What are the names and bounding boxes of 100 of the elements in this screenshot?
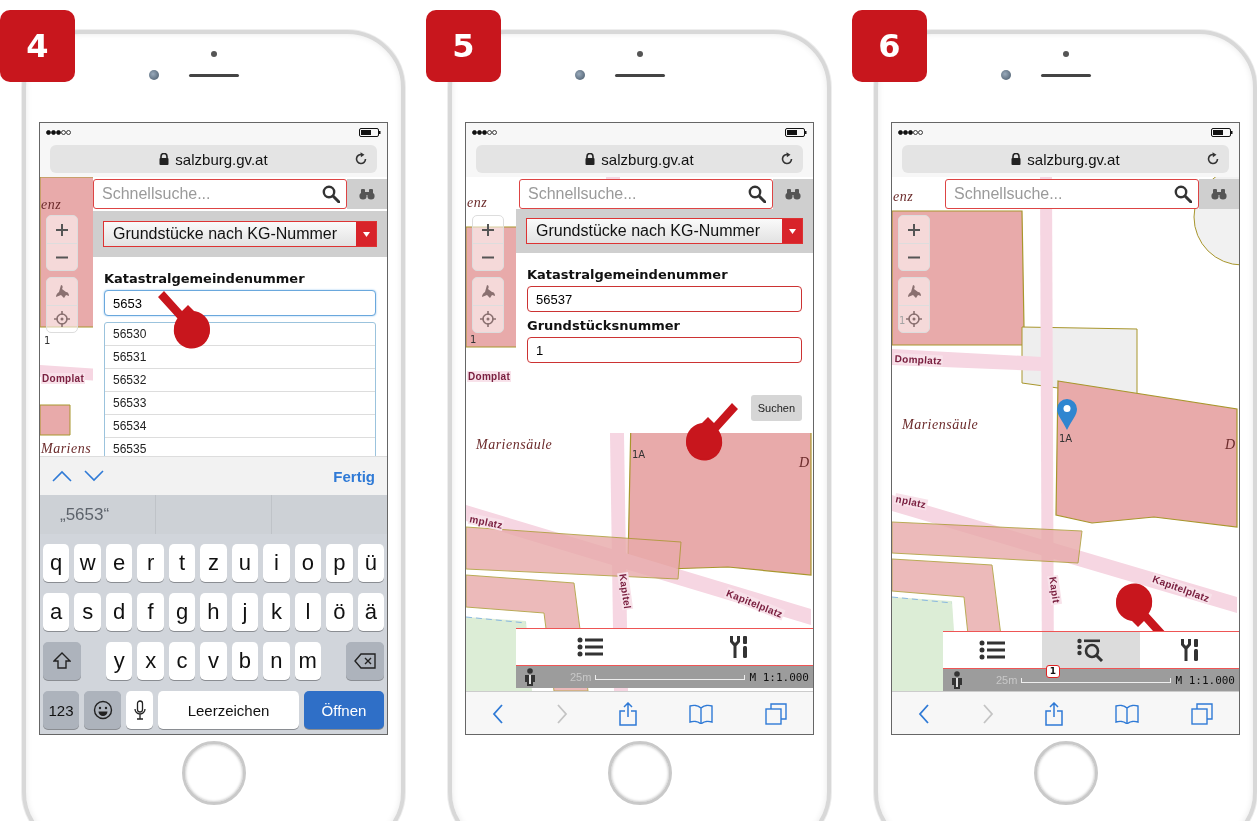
suggestion-item[interactable]: 56534 (105, 415, 375, 438)
map-label: Domplat (41, 373, 86, 384)
search-field[interactable]: Schnellsuche... (519, 179, 773, 209)
chevron-right-icon (555, 703, 568, 724)
search-icon[interactable] (322, 185, 340, 203)
keyboard-key[interactable]: f (137, 593, 164, 631)
keyboard-key[interactable]: k (263, 593, 290, 631)
reload-icon[interactable] (1206, 152, 1220, 166)
text-field[interactable]: 5653 (104, 290, 376, 316)
keyboard-key[interactable]: h (200, 593, 227, 631)
plus-icon (482, 223, 494, 236)
address-bar[interactable]: salzburg.gv.at (902, 145, 1229, 173)
person-icon[interactable] (524, 668, 536, 686)
keyboard-key[interactable]: s (74, 593, 101, 631)
keyboard-key[interactable]: ü (357, 544, 384, 582)
figure-icon (906, 284, 922, 299)
keyboard-key[interactable]: x (137, 642, 164, 680)
signal-icon (898, 129, 924, 135)
shift-key[interactable] (43, 642, 81, 680)
keyboard-key[interactable]: d (105, 593, 133, 631)
address-bar[interactable]: salzburg.gv.at (476, 145, 803, 173)
speaker-slot (188, 73, 239, 77)
back-button[interactable] (917, 703, 930, 724)
backspace-icon (354, 653, 376, 669)
keyboard-key[interactable]: r (137, 544, 164, 582)
keyboard-key[interactable]: e (105, 544, 133, 582)
keyboard-key[interactable]: t (168, 544, 196, 582)
map-pin-icon[interactable] (1056, 398, 1078, 431)
keyboard-key[interactable]: n (263, 642, 290, 680)
lock-icon (159, 153, 170, 165)
keyboard-key[interactable]: g (168, 593, 196, 631)
url-text: salzburg.gv.at (601, 150, 694, 168)
suggestion-item[interactable]: 56532 (105, 369, 375, 392)
suggestion-item[interactable]: 56533 (105, 392, 375, 415)
keyboard-key[interactable]: y (106, 642, 133, 680)
keyboard-key[interactable]: p (326, 544, 353, 582)
step-number: 4 (0, 10, 75, 82)
toolbar-tab[interactable] (1041, 632, 1141, 668)
keyboard-key[interactable]: z (200, 544, 227, 582)
text-field[interactable]: 1 (527, 337, 802, 363)
backspace-key[interactable] (346, 642, 384, 680)
person-icon[interactable] (951, 671, 963, 689)
reload-icon[interactable] (780, 152, 794, 166)
keyboard-key[interactable]: u (231, 544, 259, 582)
next-field-button[interactable] (84, 470, 104, 482)
bookmarks-button[interactable] (1115, 703, 1140, 724)
reload-icon[interactable] (354, 152, 368, 166)
tabs-icon (765, 702, 788, 725)
chevron-left-icon (491, 703, 504, 724)
map-label: 1 (899, 315, 906, 326)
keyboard-key[interactable]: ä (357, 593, 384, 631)
text-field[interactable]: 56537 (527, 286, 802, 312)
camera-lens (574, 70, 585, 80)
keyboard-key[interactable]: ö (326, 593, 353, 631)
keyboard-key[interactable]: j (231, 593, 259, 631)
done-button[interactable]: Fertig (333, 467, 375, 485)
caret-icon (362, 231, 370, 237)
lock-icon (585, 153, 596, 165)
tabs-icon (1191, 702, 1214, 725)
return-key[interactable]: Öffnen (304, 691, 384, 729)
numbers-key[interactable]: 123 (43, 691, 79, 729)
search-field[interactable]: Schnellsuche... (945, 179, 1199, 209)
keyboard-key[interactable]: v (200, 642, 227, 680)
keyboard-key[interactable]: q (43, 544, 70, 582)
binoculars-button[interactable] (1199, 179, 1239, 209)
sensor-dot (1062, 51, 1069, 57)
binoculars-button[interactable] (347, 179, 387, 209)
share-button[interactable] (619, 701, 638, 726)
search-type-dropdown[interactable]: Grundstücke nach KG-Nummer (103, 221, 377, 247)
map-label: Mariens (41, 441, 92, 456)
tabs-button[interactable] (765, 702, 788, 725)
figure-icon (54, 284, 70, 299)
map-label: 1 (470, 334, 477, 345)
search-icon[interactable] (748, 185, 766, 203)
bookmarks-button[interactable] (689, 703, 714, 724)
map-label: D (1225, 437, 1236, 453)
back-button[interactable] (491, 703, 504, 724)
keyboard-key[interactable]: l (294, 593, 322, 631)
keyboard-key[interactable]: o (294, 544, 322, 582)
tabs-button[interactable] (1191, 702, 1214, 725)
prediction-text[interactable]: „5653“ (60, 504, 110, 525)
binoculars-button[interactable] (773, 179, 813, 209)
microphone-key[interactable] (126, 691, 153, 729)
emoji-key[interactable] (84, 691, 121, 729)
share-button[interactable] (1045, 701, 1064, 726)
keyboard-key[interactable]: w (74, 544, 101, 582)
previous-field-button[interactable] (52, 470, 72, 482)
keyboard-key[interactable]: i (263, 544, 290, 582)
address-bar[interactable]: salzburg.gv.at (50, 145, 377, 173)
keyboard-key[interactable]: c (168, 642, 196, 680)
search-button[interactable]: Suchen (750, 395, 802, 421)
keyboard-key[interactable]: m (294, 642, 321, 680)
field-label: Katastralgemeindenummer (527, 267, 729, 282)
keyboard-key[interactable]: b (231, 642, 259, 680)
search-field[interactable]: Schnellsuche... (93, 179, 347, 209)
search-icon[interactable] (1174, 185, 1192, 203)
search-type-dropdown[interactable]: Grundstücke nach KG-Nummer (526, 218, 803, 244)
space-key[interactable]: Leerzeichen (158, 691, 299, 729)
keyboard-key[interactable]: a (43, 593, 70, 631)
share-icon (619, 701, 638, 726)
